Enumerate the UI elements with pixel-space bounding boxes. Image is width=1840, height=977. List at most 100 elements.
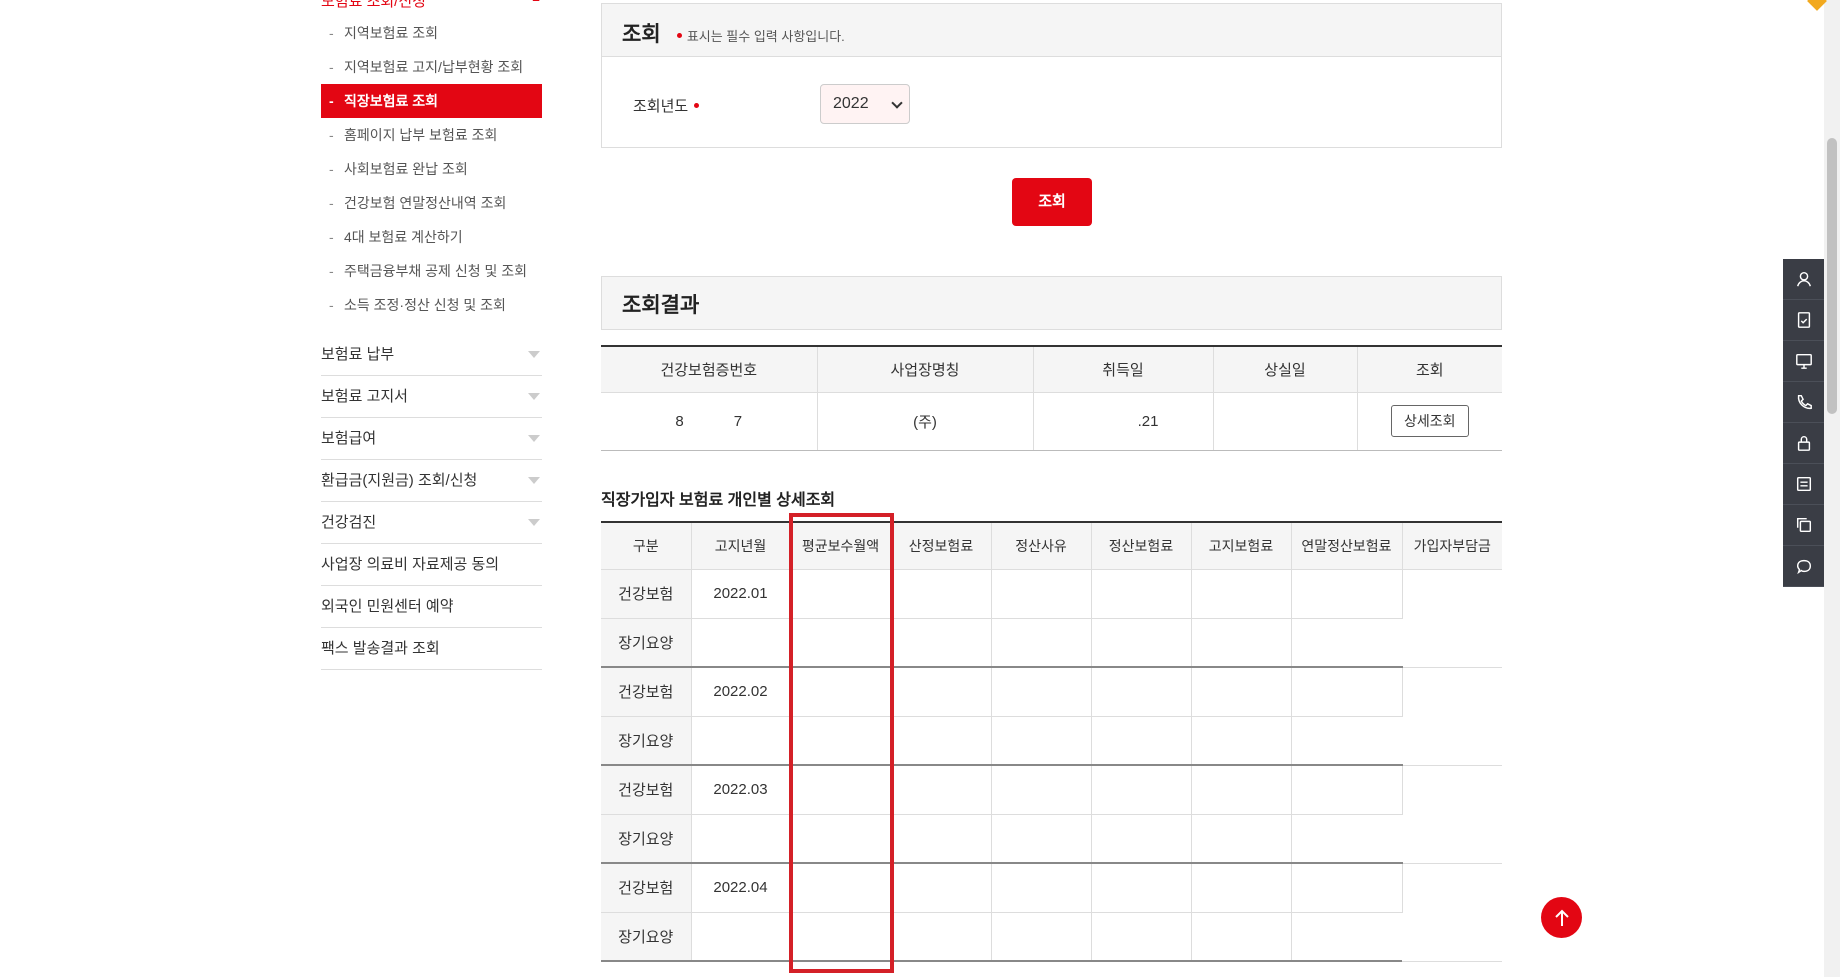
required-dot-icon	[694, 103, 700, 109]
sidebar-item-label: 외국인 민원센터 예약	[321, 598, 454, 615]
table-row: 건강보험 2022.03	[601, 765, 1502, 864]
query-button[interactable]: 조회	[1012, 178, 1092, 226]
person-icon[interactable]	[1783, 259, 1824, 300]
sidebar-item-label: 환급금(지원금) 조회/신청	[321, 472, 478, 489]
month-cell: 2022.04	[691, 863, 791, 913]
table-row: 건강보험 2022.01	[601, 569, 1502, 668]
document-check-icon[interactable]	[1783, 300, 1824, 341]
sidebar-item-income-adjust[interactable]: 소득 조정·정산 신청 및 조회	[321, 288, 542, 322]
table-row: 건강보험 2022.04	[601, 863, 1502, 962]
year-select[interactable]: 2022	[820, 84, 910, 124]
sidebar-item-regional-premium[interactable]: 지역보험료 조회	[321, 16, 542, 50]
column-header: 상실일	[1213, 346, 1358, 393]
sidebar-item-label: 보험료 납부	[321, 346, 395, 363]
company-cell: (주)	[817, 392, 1034, 451]
month-cell	[691, 618, 791, 668]
table-row: 장기요양	[601, 716, 1502, 766]
sidebar-item-bill[interactable]: 보험료 고지서	[321, 376, 542, 418]
sidebar-item-label: 팩스 발송결과 조회	[321, 640, 440, 657]
sidebar-item-foreigner-reservation[interactable]: 외국인 민원센터 예약	[321, 586, 542, 628]
detail-header-row: 구분 고지년월 평균보수월액 산정보험료 정산사유 정산보험료 고지보험료 연말…	[601, 522, 1502, 570]
sidebar-item-workplace-premium[interactable]: 직장보험료 조회	[321, 84, 542, 118]
sidebar-item-label: 보험급여	[321, 430, 377, 447]
month-cell	[691, 814, 791, 864]
phone-icon[interactable]	[1783, 382, 1824, 423]
lock-icon[interactable]	[1783, 423, 1824, 464]
triangle-down-icon	[528, 519, 540, 526]
chevron-up-icon: ▲	[530, 0, 542, 4]
sidebar-item-full-payment[interactable]: 사회보험료 완납 조회	[321, 152, 542, 186]
acquired-date-cell: .21	[1033, 392, 1214, 451]
copy-icon[interactable]	[1783, 505, 1824, 546]
month-cell	[691, 912, 791, 962]
member-burden-cell	[1402, 667, 1502, 766]
triangle-down-icon	[528, 435, 540, 442]
sidebar-section-title[interactable]: 보험료 조회/신청 ▲	[321, 0, 542, 10]
sidebar-item-benefits[interactable]: 보험급여	[321, 418, 542, 460]
sidebar-item-fax-result[interactable]: 팩스 발송결과 조회	[321, 628, 542, 670]
column-header: 고지보험료	[1191, 522, 1292, 570]
detail-title: 직장가입자 보험료 개인별 상세조회	[601, 492, 836, 509]
sidebar-item-refund[interactable]: 환급금(지원금) 조회/신청	[321, 460, 542, 502]
sidebar-section-label: 보험료 조회/신청	[321, 0, 426, 10]
search-title: 조회	[622, 23, 661, 46]
monitor-icon[interactable]	[1783, 341, 1824, 382]
sidebar-item-homepage-paid[interactable]: 홈페이지 납부 보험료 조회	[321, 118, 542, 152]
sidebar-item-medical-consent[interactable]: 사업장 의료비 자료제공 동의	[321, 544, 542, 586]
arrow-up-icon	[1554, 909, 1569, 926]
sidebar-item-checkup[interactable]: 건강검진	[321, 502, 542, 544]
type-cell: 장기요양	[601, 618, 692, 668]
sidebar-item-calculator[interactable]: 4대 보험료 계산하기	[321, 220, 542, 254]
sidebar-item-regional-notice[interactable]: 지역보험료 고지/납부현황 조회	[321, 50, 542, 84]
result-title: 조회결과	[601, 276, 1502, 330]
column-header: 정산사유	[991, 522, 1092, 570]
triangle-down-icon	[528, 351, 540, 358]
search-year-row: 조회년도 2022	[632, 84, 1481, 124]
lost-date-cell	[1213, 392, 1358, 451]
list-icon[interactable]	[1783, 464, 1824, 505]
column-header: 건강보험증번호	[601, 346, 818, 393]
month-cell: 2022.03	[691, 765, 791, 815]
detail-table: 구분 고지년월 평균보수월액 산정보험료 정산사유 정산보험료 고지보험료 연말…	[601, 521, 1502, 962]
type-cell: 장기요양	[601, 716, 692, 766]
table-row: 장기요양	[601, 814, 1502, 864]
triangle-down-icon	[528, 477, 540, 484]
month-cell	[691, 716, 791, 766]
table-row: 건강보험 2022.02	[601, 667, 1502, 766]
detail-cell: 상세조회	[1357, 392, 1502, 451]
detail-button[interactable]: 상세조회	[1390, 405, 1469, 437]
column-header: 평균보수월액	[790, 522, 892, 570]
sidebar-item-label: 보험료 고지서	[321, 388, 408, 405]
table-row: 8 7 (주) .21 상세조회	[601, 392, 1502, 451]
sidebar-item-payment[interactable]: 보험료 납부	[321, 334, 542, 376]
column-header: 조회	[1357, 346, 1502, 393]
card-number-cell: 8 7	[601, 392, 818, 451]
sidebar-item-year-end[interactable]: 건강보험 연말정산내역 조회	[321, 186, 542, 220]
member-burden-cell	[1402, 765, 1502, 864]
required-dot-icon	[676, 33, 682, 39]
column-header: 정산보험료	[1091, 522, 1192, 570]
member-burden-cell	[1402, 569, 1502, 668]
type-cell: 건강보험	[601, 569, 692, 619]
result-table: 건강보험증번호 사업장명칭 취득일 상실일 조회 8 7 (주) .21 상세조…	[601, 345, 1502, 451]
triangle-down-icon	[528, 393, 540, 400]
month-cell: 2022.02	[691, 667, 791, 717]
sidebar-item-label: 건강검진	[321, 514, 377, 531]
chat-icon[interactable]	[1783, 546, 1824, 587]
scrollbar-thumb[interactable]	[1827, 138, 1837, 414]
sidebar-item-label: 사업장 의료비 자료제공 동의	[321, 556, 500, 573]
type-cell: 장기요양	[601, 814, 692, 864]
member-burden-cell	[1402, 863, 1502, 962]
column-header: 고지년월	[691, 522, 791, 570]
chevron-down-icon	[891, 97, 903, 109]
search-header: 조회 표시는 필수 입력 사항입니다.	[602, 4, 1501, 57]
year-label-text: 조회년도	[633, 98, 689, 115]
type-cell: 건강보험	[601, 765, 692, 815]
year-select-value: 2022	[833, 95, 869, 112]
scroll-top-button[interactable]	[1541, 897, 1582, 938]
sidebar-item-housing-debt[interactable]: 주택금융부채 공제 신청 및 조회	[321, 254, 542, 288]
table-row: 장기요양	[601, 618, 1502, 668]
required-note: 표시는 필수 입력 사항입니다.	[686, 29, 845, 44]
sidebar-main-menu: 보험료 납부 보험료 고지서 보험급여 환급금(지원금) 조회/신청 건강검진 …	[321, 334, 542, 670]
type-cell: 건강보험	[601, 863, 692, 913]
